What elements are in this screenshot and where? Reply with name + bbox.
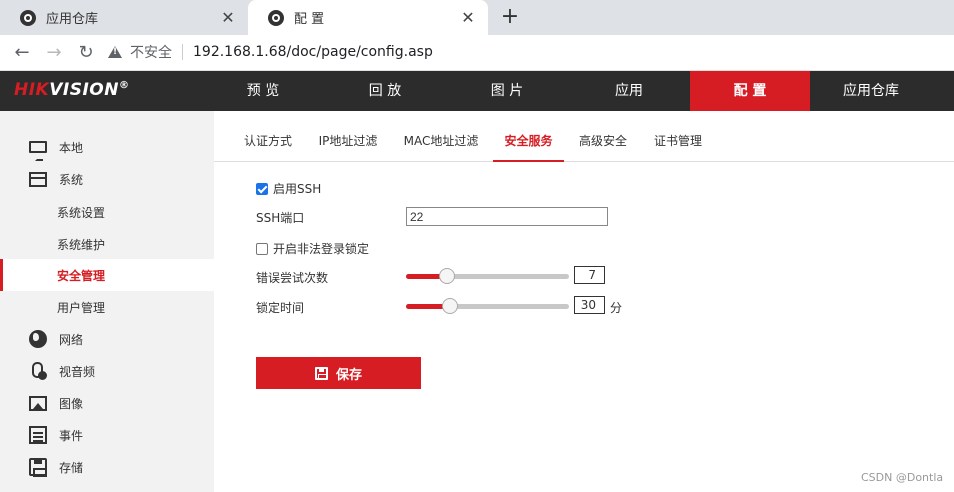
sidebar-item-label: 存储 <box>59 460 84 475</box>
sidebar-item-label: 系统 <box>59 172 84 187</box>
logo-vision: VISION <box>49 80 119 100</box>
ssh-port-input[interactable] <box>406 207 608 226</box>
sidebar-item-label: 事件 <box>59 428 84 443</box>
tab-authentication[interactable]: 认证方式 <box>243 111 293 162</box>
nav-app-store[interactable]: 应用仓库 <box>810 71 932 111</box>
hikvision-logo: HIKVISION® <box>14 80 129 100</box>
nav-application[interactable]: 应用 <box>568 71 690 111</box>
security-service-form: 启用SSH SSH端口 开启非法登录锁定 错误尝试次数 7 锁定时间 30 分 … <box>214 162 954 492</box>
sidebar: 本地 系统 系统设置 系统维护 安全管理 用户管理 网络 视音频 图像 事件 存… <box>0 111 214 492</box>
browser-tab-app-store[interactable]: 应用仓库 ✕ <box>0 0 248 35</box>
browser-tab-strip: 应用仓库 ✕ 配 置 ✕ + <box>0 0 954 35</box>
lock-time-value[interactable]: 30 <box>574 296 605 314</box>
lock-time-slider[interactable] <box>406 298 569 314</box>
sidebar-item-system-settings[interactable]: 系统设置 <box>0 196 214 228</box>
nav-preview[interactable]: 预 览 <box>202 71 324 111</box>
sidebar-item-image[interactable]: 图像 <box>0 387 214 419</box>
illegal-login-lock-checkbox[interactable] <box>256 242 268 255</box>
enable-ssh-row: 启用SSH <box>256 180 321 197</box>
sidebar-item-local[interactable]: 本地 <box>0 131 214 163</box>
browser-tab-title: 应用仓库 <box>46 12 99 27</box>
tab-mac-filter[interactable]: MAC地址过滤 <box>403 111 479 162</box>
enable-ssh-checkbox[interactable] <box>256 182 268 195</box>
new-tab-button[interactable]: + <box>498 4 522 29</box>
retry-count-slider[interactable] <box>406 268 569 284</box>
sidebar-item-label: 视音频 <box>59 364 96 379</box>
tab-security-service[interactable]: 安全服务 <box>493 111 564 162</box>
back-arrow-icon[interactable]: ← <box>10 41 34 65</box>
lock-time-unit: 分 <box>610 301 623 315</box>
retry-count-label: 错误尝试次数 <box>256 271 329 285</box>
watermark: CSDN @Dontla <box>861 471 944 484</box>
sidebar-item-system-maintenance[interactable]: 系统维护 <box>0 228 214 260</box>
sidebar-item-storage[interactable]: 存储 <box>0 451 214 483</box>
nav-picture[interactable]: 图 片 <box>446 71 568 111</box>
ssh-port-label: SSH端口 <box>256 211 305 225</box>
retry-count-slider-knob[interactable] <box>439 268 455 284</box>
lock-time-label: 锁定时间 <box>256 301 305 315</box>
sidebar-item-security-management[interactable]: 安全管理 <box>0 259 214 291</box>
sidebar-item-network[interactable]: 网络 <box>0 323 214 355</box>
warning-icon[interactable] <box>108 46 122 58</box>
calendar-icon <box>29 426 47 444</box>
browser-tab-title: 配 置 <box>294 12 325 27</box>
url-field[interactable]: 不安全 192.168.1.68/doc/page/config.asp <box>108 37 433 67</box>
lock-time-slider-knob[interactable] <box>442 298 458 314</box>
reload-icon[interactable]: ↻ <box>74 41 98 65</box>
window-icon <box>29 171 47 187</box>
tab-advanced-security[interactable]: 高级安全 <box>578 111 628 162</box>
save-button-label: 保存 <box>335 367 362 383</box>
save-button[interactable]: 保存 <box>256 357 421 389</box>
nav-playback[interactable]: 回 放 <box>324 71 446 111</box>
monitor-icon <box>29 141 47 161</box>
enable-ssh-label: 启用SSH <box>273 182 322 196</box>
globe-icon <box>29 330 47 348</box>
address-bar: ← → ↻ 不安全 192.168.1.68/doc/page/config.a… <box>0 35 954 71</box>
tab-certificate-management[interactable]: 证书管理 <box>653 111 703 162</box>
sidebar-item-video-audio[interactable]: 视音频 <box>0 355 214 387</box>
image-icon <box>29 395 47 411</box>
security-subtabs: 认证方式 IP地址过滤 MAC地址过滤 安全服务 高级安全 证书管理 <box>214 111 954 162</box>
forward-arrow-icon[interactable]: → <box>42 41 66 65</box>
save-icon <box>314 366 328 380</box>
illegal-login-lock-label: 开启非法登录锁定 <box>273 242 370 256</box>
retry-count-value[interactable]: 7 <box>574 266 605 284</box>
close-icon[interactable]: ✕ <box>218 8 238 27</box>
microphone-icon <box>29 362 47 380</box>
logo-registered: ® <box>118 80 130 91</box>
disk-icon <box>29 458 47 477</box>
url-divider <box>182 44 183 60</box>
camera-favicon-icon <box>268 9 284 26</box>
url-text[interactable]: 192.168.1.68/doc/page/config.asp <box>193 44 433 60</box>
security-label[interactable]: 不安全 <box>130 42 172 62</box>
sidebar-item-label: 图像 <box>59 396 84 411</box>
illegal-login-lock-row: 开启非法登录锁定 <box>256 240 369 257</box>
sidebar-item-event[interactable]: 事件 <box>0 419 214 451</box>
camera-favicon-icon <box>20 9 36 26</box>
nav-configuration[interactable]: 配 置 <box>690 71 810 111</box>
sidebar-item-label: 本地 <box>59 140 84 155</box>
sidebar-item-label: 网络 <box>59 332 84 347</box>
logo-hik: HIK <box>14 80 50 100</box>
tab-ip-filter[interactable]: IP地址过滤 <box>318 111 378 162</box>
browser-tab-config[interactable]: 配 置 ✕ <box>248 0 488 35</box>
close-icon[interactable]: ✕ <box>458 8 478 27</box>
app-navbar: HIKVISION® 预 览 回 放 图 片 应用 配 置 应用仓库 <box>0 71 954 111</box>
sidebar-item-system[interactable]: 系统 <box>0 163 214 195</box>
sidebar-item-user-management[interactable]: 用户管理 <box>0 291 214 323</box>
